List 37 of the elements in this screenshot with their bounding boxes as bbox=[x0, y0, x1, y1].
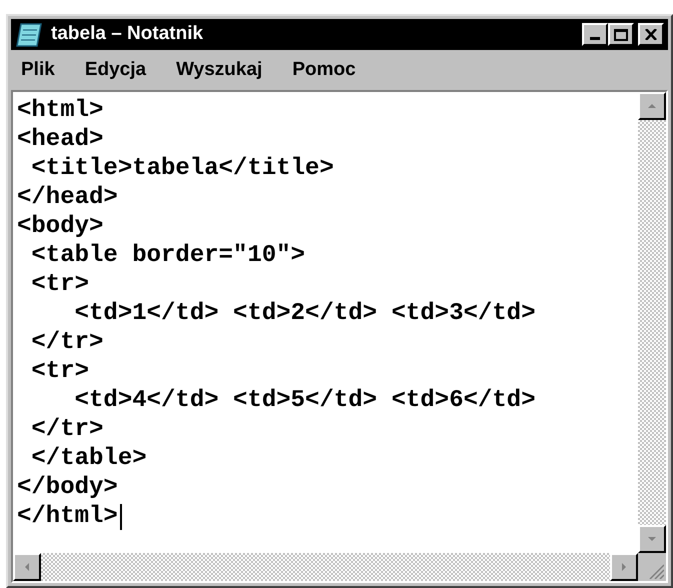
code-line: <body> bbox=[17, 212, 104, 241]
window-title: tabela – Notatnik bbox=[51, 22, 204, 46]
resize-grip-icon bbox=[648, 563, 664, 579]
code-line: <html> bbox=[17, 96, 104, 125]
code-line: <td>4</td> <td>5</td> <td>6</td> bbox=[74, 386, 536, 415]
code-line: </table> bbox=[30, 444, 147, 473]
menu-item[interactable]: Plik bbox=[21, 56, 55, 84]
resize-grip[interactable] bbox=[638, 553, 666, 581]
maximize-icon bbox=[614, 28, 628, 40]
minimize-button[interactable] bbox=[582, 23, 608, 46]
text-cursor bbox=[120, 504, 122, 530]
code-line: <tr> bbox=[30, 357, 90, 386]
code-line: <table border="10"> bbox=[30, 241, 306, 270]
scroll-right-button[interactable] bbox=[610, 553, 638, 581]
close-button[interactable] bbox=[638, 23, 664, 46]
menu-item[interactable]: Edycja bbox=[84, 56, 146, 84]
menu-item[interactable]: Wyszukaj bbox=[176, 56, 262, 84]
code-line: </body> bbox=[17, 473, 118, 502]
vertical-scrollbar[interactable] bbox=[638, 92, 666, 553]
code-line: <head> bbox=[17, 125, 104, 154]
horizontal-scrollbar[interactable] bbox=[13, 553, 638, 581]
notepad-icon bbox=[15, 22, 43, 48]
code-line: </head> bbox=[17, 183, 118, 212]
close-icon bbox=[645, 29, 657, 40]
scroll-down-button[interactable] bbox=[638, 525, 666, 553]
scroll-up-button[interactable] bbox=[638, 92, 666, 120]
code-line: </tr> bbox=[30, 415, 104, 444]
code-line: </tr> bbox=[30, 328, 104, 357]
code-line: <td>1</td> <td>2</td> <td>3</td> bbox=[74, 299, 536, 328]
menu-item[interactable]: Pomoc bbox=[292, 56, 356, 84]
code-line: <title>tabela</title> bbox=[30, 154, 334, 183]
minimize-icon bbox=[590, 37, 600, 40]
code-line: <tr> bbox=[30, 270, 90, 299]
scroll-left-button[interactable] bbox=[13, 553, 41, 581]
text-editor[interactable]: <html> <head> <title>tabela</title> </head> <body> <table border="10"> <tr> <td>1</td> <td>2</td> <td>3</td> </tr> <tr> <td>4</td> <td>5</td> <td>6</td> </tr> </table> </body> </html> bbox=[11, 90, 668, 583]
maximize-button[interactable] bbox=[608, 23, 634, 46]
code-line: </html> bbox=[17, 502, 118, 531]
